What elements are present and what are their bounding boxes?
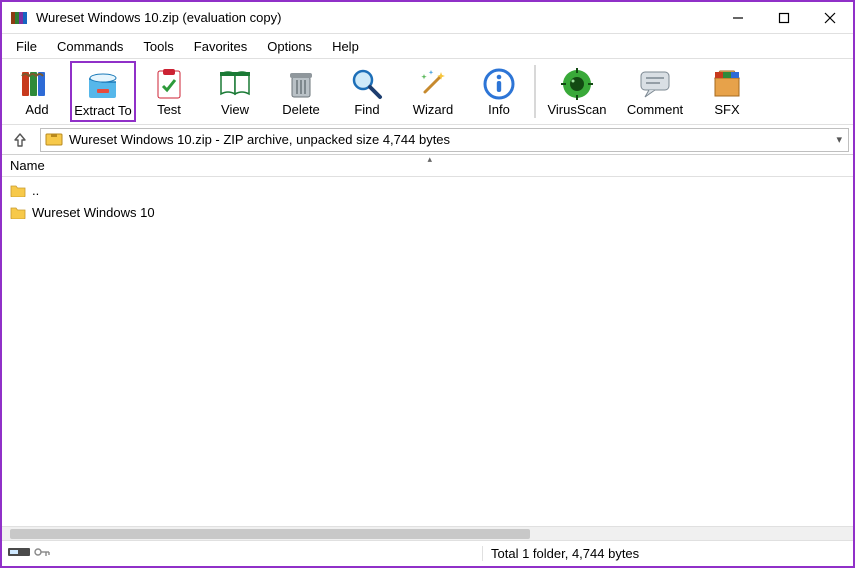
clipboard-check-icon [151,66,187,102]
menu-help[interactable]: Help [322,37,369,56]
tool-sfx-label: SFX [714,102,739,117]
maximize-button[interactable] [761,2,807,34]
toolbar-separator [534,65,536,118]
status-summary: Total 1 folder, 4,744 bytes [482,546,853,561]
tool-comment[interactable]: Comment [616,61,694,122]
folder-open-icon [85,67,121,103]
trash-icon [283,66,319,102]
archive-icon [45,130,63,149]
tool-find-label: Find [354,102,379,117]
tool-find[interactable]: Find [334,61,400,122]
tool-view[interactable]: View [202,61,268,122]
tool-info[interactable]: Info [466,61,532,122]
tool-extract-to[interactable]: Extract To [70,61,136,122]
tool-extract-label: Extract To [74,103,132,118]
menu-bar: File Commands Tools Favorites Options He… [2,34,853,58]
drive-icon [8,546,30,561]
address-field[interactable]: Wureset Windows 10.zip - ZIP archive, un… [40,128,849,152]
tool-wizard-label: Wizard [413,102,453,117]
address-text: Wureset Windows 10.zip - ZIP archive, un… [69,132,450,147]
toolbar: Add Extract To Test [2,58,853,125]
window-controls [715,2,853,34]
column-header[interactable]: Name ▴ [2,155,853,177]
file-name: Wureset Windows 10 [32,205,155,220]
file-list[interactable]: .. Wureset Windows 10 [2,177,853,526]
tool-info-label: Info [488,102,510,117]
tool-delete[interactable]: Delete [268,61,334,122]
folder-icon [10,205,26,219]
menu-tools[interactable]: Tools [133,37,183,56]
menu-favorites[interactable]: Favorites [184,37,257,56]
books-icon [19,66,55,102]
comment-icon [637,66,673,102]
info-icon [481,66,517,102]
virus-icon [559,66,595,102]
up-button[interactable] [6,128,34,152]
tool-sfx[interactable]: SFX [694,61,760,122]
folder-icon [10,183,26,197]
tool-view-label: View [221,102,249,117]
tool-comment-label: Comment [627,102,683,117]
window-title: Wureset Windows 10.zip (evaluation copy) [36,10,715,25]
tool-virusscan[interactable]: VirusScan [538,61,616,122]
box-icon [709,66,745,102]
tool-wizard[interactable]: Wizard [400,61,466,122]
menu-file[interactable]: File [6,37,47,56]
tool-virusscan-label: VirusScan [547,102,606,117]
tool-test[interactable]: Test [136,61,202,122]
app-icon [10,9,28,27]
sort-indicator-icon: ▴ [428,154,433,165]
menu-options[interactable]: Options [257,37,322,56]
open-book-icon [217,66,253,102]
tool-add-label: Add [25,102,48,117]
wand-icon [415,66,451,102]
title-bar: Wureset Windows 10.zip (evaluation copy) [2,2,853,34]
tool-add[interactable]: Add [4,61,70,122]
magnifier-icon [349,66,385,102]
status-left [2,546,482,561]
minimize-button[interactable] [715,2,761,34]
list-item[interactable]: Wureset Windows 10 [2,201,853,223]
menu-commands[interactable]: Commands [47,37,133,56]
tool-delete-label: Delete [282,102,320,117]
address-bar: Wureset Windows 10.zip - ZIP archive, un… [2,125,853,155]
list-item[interactable]: .. [2,179,853,201]
column-name: Name [10,158,45,173]
chevron-down-icon[interactable]: ▾ [836,133,842,146]
scrollbar-thumb[interactable] [10,529,530,539]
file-name: .. [32,183,39,198]
key-icon [34,546,50,561]
status-bar: Total 1 folder, 4,744 bytes [2,540,853,566]
horizontal-scrollbar[interactable] [2,526,853,540]
close-button[interactable] [807,2,853,34]
tool-test-label: Test [157,102,181,117]
